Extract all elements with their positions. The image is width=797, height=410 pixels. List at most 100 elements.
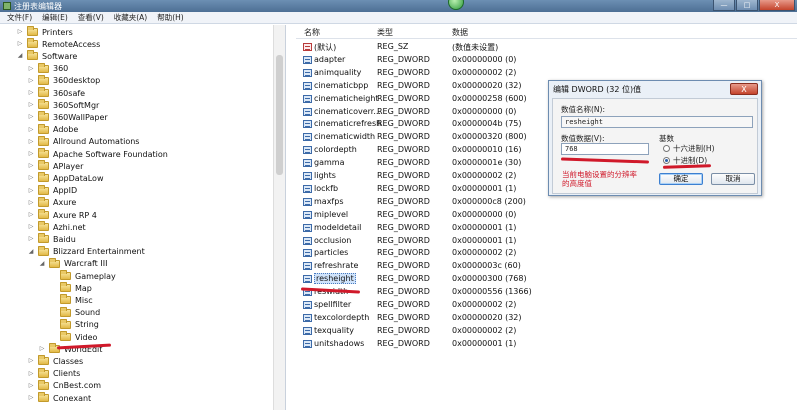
registry-tree[interactable]: ▷ Printers ▷ RemoteAccess ◢ Software ▷ 360 ▷ 360d… [0,25,286,410]
column-header-type[interactable]: 类型 [377,27,393,38]
folder-icon [38,233,49,244]
tree-item-remoteaccess[interactable]: ▷ RemoteAccess [16,38,100,50]
tree-item-blizzard-entertainment[interactable]: ◢ Blizzard Entertainment [27,245,145,258]
tree-item-apache-software-foundation[interactable]: ▷ Apache Software Foundation [27,148,168,160]
expand-toggle-icon[interactable]: ▷ [16,28,24,36]
folder-icon [38,209,49,219]
expand-toggle-icon[interactable]: ▷ [27,235,35,243]
maximize-button[interactable]: □ [736,0,758,11]
tree-item-misc[interactable]: Misc [49,294,93,306]
tree-item-axure-rp-4[interactable]: ▷ Axure RP 4 [27,209,97,221]
tree-item-360wallpaper[interactable]: ▷ 360WallPaper [27,111,108,123]
expand-toggle-icon[interactable]: ▷ [27,199,35,207]
tree-item-classes[interactable]: ▷ Classes [27,355,83,367]
radio-dec-indicator[interactable] [663,157,670,164]
expand-toggle-icon[interactable]: ▷ [27,187,35,195]
tree-item-sound[interactable]: Sound [49,306,100,319]
tree-item-adobe[interactable]: ▷ Adobe [27,123,78,136]
value-row-texcolordepth[interactable]: texcolordepth REG_DWORD 0x00000020 (32) [296,312,596,324]
expand-toggle-icon[interactable]: ▷ [27,394,35,402]
expand-toggle-icon[interactable]: ▷ [27,370,35,378]
tree-item-axure[interactable]: ▷ Axure [27,196,76,209]
expand-toggle-icon[interactable]: ▷ [27,162,35,170]
minimize-button[interactable]: — [713,0,735,11]
value-data-field[interactable]: 768 [561,143,649,155]
tree-item-360softmgr[interactable]: ▷ 360SoftMgr [27,99,99,111]
value-row-animquality[interactable]: animquality REG_DWORD 0x00000002 (2) [296,67,596,79]
close-button[interactable]: X [759,0,795,11]
expand-toggle-icon[interactable]: ▷ [27,150,35,158]
value-name: adapter [314,54,346,64]
expand-toggle-icon[interactable]: ▷ [38,345,46,353]
dword-value-icon [303,249,312,258]
value-row-modeldetail[interactable]: modeldetail REG_DWORD 0x00000001 (1) [296,222,596,234]
tree-scrollbar[interactable] [273,25,285,410]
expand-toggle-icon[interactable]: ◢ [27,248,35,256]
column-header-name[interactable]: 名称 [304,27,320,38]
value-name-field[interactable]: resheight [561,116,753,128]
expand-toggle-icon[interactable]: ▷ [27,65,35,73]
dialog-close-button[interactable]: X [730,83,758,95]
value-row-occlusion[interactable]: occlusion REG_DWORD 0x00000001 (1) [296,235,596,247]
tree-item-360[interactable]: ▷ 360 [27,62,68,75]
value-row-maxfps[interactable]: maxfps REG_DWORD 0x000000c8 (200) [296,196,596,208]
value-row-spellfilter[interactable]: spellfilter REG_DWORD 0x00000002 (2) [296,299,596,311]
dword-value-icon [303,326,312,335]
cancel-button[interactable]: 取消 [711,173,755,185]
value-row-miplevel[interactable]: miplevel REG_DWORD 0x00000000 (0) [296,209,596,221]
tree-item-360safe[interactable]: ▷ 360safe [27,87,85,99]
menu-help[interactable]: 帮助(H) [152,12,189,23]
value-row-texquality[interactable]: texquality REG_DWORD 0x00000002 (2) [296,325,596,337]
tree-item-cnbest-com[interactable]: ▷ CnBest.com [27,379,101,392]
expand-toggle-icon[interactable]: ▷ [16,40,24,48]
tree-item-string[interactable]: String [49,318,99,331]
expand-toggle-icon[interactable]: ▷ [27,223,35,231]
tree-item-360desktop[interactable]: ▷ 360desktop [27,74,100,87]
tree-item-appid[interactable]: ▷ AppID [27,184,77,197]
value-row-refreshrate[interactable]: refreshrate REG_DWORD 0x0000003c (60) [296,260,596,272]
tree-item-gameplay[interactable]: Gameplay [49,270,116,282]
tree-scroll-thumb[interactable] [276,55,283,175]
expand-toggle-icon[interactable]: ▷ [27,357,35,365]
tree-item-video[interactable]: Video [49,331,97,343]
value-row-unitshadows[interactable]: unitshadows REG_DWORD 0x00000001 (1) [296,338,596,350]
tree-item-appdatalow[interactable]: ▷ AppDataLow [27,172,103,184]
expand-toggle-icon[interactable]: ▷ [27,101,35,109]
window-title: 注册表编辑器 [14,2,62,11]
tree-item-label: Gameplay [75,271,116,281]
folder-icon [38,135,49,146]
value-row-resheight[interactable]: resheight REG_DWORD 0x00000300 (768) [296,273,596,285]
menu-edit[interactable]: 编辑(E) [37,12,73,23]
tree-item-azhi-net[interactable]: ▷ Azhi.net [27,221,86,233]
tree-item-allround-automations[interactable]: ▷ Allround Automations [27,135,139,148]
expand-toggle-icon[interactable]: ▷ [27,126,35,134]
tree-item-baidu[interactable]: ▷ Baidu [27,233,76,245]
tree-item-clients[interactable]: ▷ Clients [27,367,80,380]
menu-favorites[interactable]: 收藏夹(A) [109,12,152,23]
value-row-default[interactable]: (默认) REG_SZ (数值未设置) [296,41,596,53]
expand-toggle-icon[interactable]: ◢ [38,260,46,268]
expand-toggle-icon[interactable]: ◢ [16,52,24,60]
menu-view[interactable]: 查看(V) [73,12,109,23]
menu-file[interactable]: 文件(F) [2,12,37,23]
tree-item-conexant[interactable]: ▷ Conexant [27,392,91,404]
radio-hex-indicator[interactable] [663,145,670,152]
tree-item-map[interactable]: Map [49,282,92,294]
tree-item-software[interactable]: ◢ Software [16,50,77,62]
title-bar: 注册表编辑器 — □ X [0,0,797,12]
expand-toggle-icon[interactable]: ▷ [27,138,35,146]
value-row-adapter[interactable]: adapter REG_DWORD 0x00000000 (0) [296,54,596,66]
expand-toggle-icon[interactable]: ▷ [27,211,35,219]
expand-toggle-icon[interactable]: ▷ [27,89,35,97]
tree-item-printers[interactable]: ▷ Printers [16,26,73,38]
expand-toggle-icon[interactable]: ▷ [27,382,35,390]
expand-toggle-icon[interactable]: ▷ [27,77,35,85]
ok-button[interactable]: 确定 [659,173,703,185]
radio-hex[interactable]: 十六进制(H) [663,143,715,154]
expand-toggle-icon[interactable]: ▷ [27,174,35,182]
value-row-particles[interactable]: particles REG_DWORD 0x00000002 (2) [296,247,596,259]
expand-toggle-icon[interactable]: ▷ [27,113,35,121]
column-header-data[interactable]: 数据 [452,27,468,38]
tree-item-aplayer[interactable]: ▷ APlayer [27,160,83,172]
tree-item-warcraft-iii[interactable]: ◢ Warcraft III [38,257,107,270]
